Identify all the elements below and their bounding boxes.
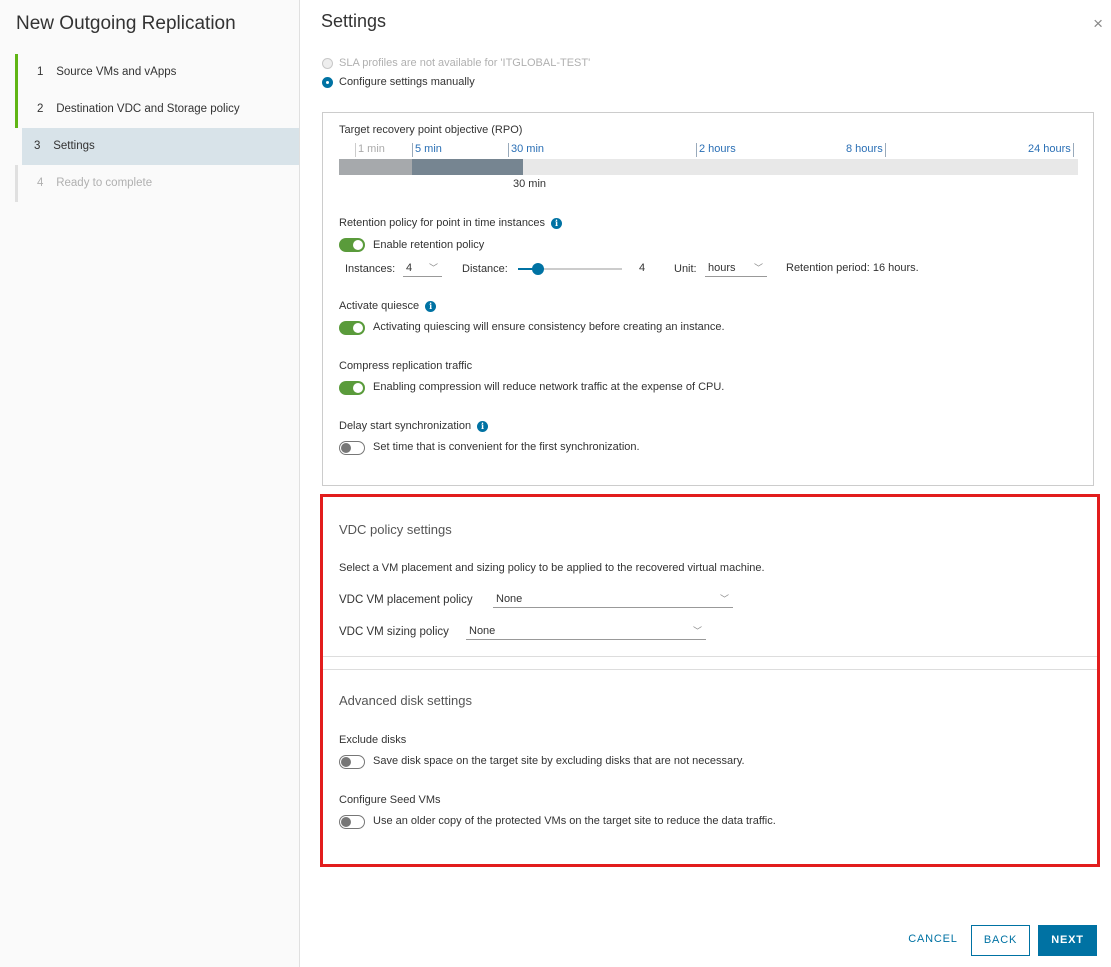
distance-value: 4: [639, 262, 646, 274]
divider: [323, 669, 1097, 670]
step-source-vms[interactable]: 1 Source VMs and vApps: [15, 54, 299, 91]
instances-value: 4: [406, 262, 413, 274]
highlighted-section: VDC policy settings Select a VM placemen…: [320, 494, 1100, 867]
step-number: 2: [37, 103, 44, 115]
wizard-title: New Outgoing Replication: [16, 13, 236, 34]
exclude-disks-toggle-label: Save disk space on the target site by ex…: [373, 755, 745, 767]
rpo-tick[interactable]: 5 min: [412, 143, 442, 157]
rpo-tick[interactable]: 8 hours: [844, 143, 886, 157]
step-label: Source VMs and vApps: [56, 66, 177, 78]
unit-select[interactable]: hours ﹀: [705, 261, 767, 277]
sizing-policy-value: None: [469, 625, 496, 637]
chevron-down-icon: ﹀: [428, 263, 438, 273]
retention-controls: Instances: 4 ﹀ Distance: 4 Unit: hours ﹀…: [345, 261, 1085, 277]
retention-toggle-label: Enable retention policy: [373, 239, 485, 251]
page-title: Settings: [321, 11, 387, 31]
step-label: Settings: [53, 140, 95, 152]
cancel-button[interactable]: CANCEL: [903, 925, 963, 956]
sla-profile-option: SLA profiles are not available for 'ITGL…: [322, 57, 590, 69]
wizard-sidebar: New Outgoing Replication 1 Source VMs an…: [0, 0, 300, 967]
quiesce-toggle-label: Activating quiescing will ensure consist…: [373, 321, 725, 333]
sla-radio: [322, 57, 333, 69]
distance-slider[interactable]: [518, 263, 622, 275]
exclude-disks-toggle[interactable]: [339, 755, 365, 769]
retention-title-text: Retention policy for point in time insta…: [339, 217, 546, 229]
step-settings[interactable]: 3 Settings: [22, 128, 299, 165]
sizing-policy-label: VDC VM sizing policy: [339, 626, 449, 638]
retention-toggle[interactable]: [339, 238, 365, 252]
step-label: Ready to complete: [56, 177, 153, 189]
delay-title-text: Delay start synchronization: [339, 420, 472, 432]
seed-vms-toggle-label: Use an older copy of the protected VMs o…: [373, 815, 776, 827]
instances-label: Instances:: [345, 263, 396, 275]
seed-vms-title: Configure Seed VMs: [339, 794, 441, 806]
compress-title: Compress replication traffic: [339, 360, 473, 372]
next-button[interactable]: NEXT: [1038, 925, 1097, 956]
step-number: 3: [34, 140, 41, 152]
manual-settings-label: Configure settings manually: [339, 76, 475, 88]
info-icon[interactable]: i: [425, 300, 437, 312]
divider: [323, 656, 1097, 657]
sizing-policy-select[interactable]: None ﹀: [466, 624, 706, 640]
retention-period-text: Retention period: 16 hours.: [786, 262, 919, 274]
rpo-disabled-range: [339, 159, 412, 175]
placement-policy-select[interactable]: None ﹀: [493, 592, 733, 608]
rpo-scale: 1 min 5 min 30 min 2 hours 8 hours 24 ho…: [339, 143, 1078, 157]
info-icon[interactable]: i: [551, 217, 563, 229]
rpo-selected-range: [412, 159, 523, 175]
exclude-disks-title: Exclude disks: [339, 734, 407, 746]
rpo-tick[interactable]: 30 min: [508, 143, 544, 157]
chevron-down-icon: ﹀: [719, 594, 729, 604]
placement-policy-label: VDC VM placement policy: [339, 594, 473, 606]
instances-select[interactable]: 4 ﹀: [403, 261, 442, 277]
retention-title: Retention policy for point in time insta…: [339, 217, 563, 229]
back-button[interactable]: BACK: [971, 925, 1030, 956]
delay-sync-toggle[interactable]: [339, 441, 365, 455]
chevron-down-icon: ﹀: [692, 626, 702, 636]
wizard-steps: 1 Source VMs and vApps 2 Destination VDC…: [15, 54, 299, 202]
manual-radio[interactable]: [322, 76, 333, 88]
rpo-value: 30 min: [513, 178, 547, 190]
delay-sync-toggle-label: Set time that is convenient for the firs…: [373, 441, 640, 453]
rpo-title: Target recovery point objective (RPO): [339, 124, 523, 136]
distance-label: Distance:: [462, 263, 508, 275]
replication-settings-box: Target recovery point objective (RPO) 1 …: [322, 112, 1094, 486]
manual-settings-option[interactable]: Configure settings manually: [322, 76, 475, 88]
info-icon[interactable]: i: [477, 420, 489, 432]
step-label: Destination VDC and Storage policy: [56, 103, 240, 115]
unit-value: hours: [708, 262, 736, 274]
settings-panel: Settings × SLA profiles are not availabl…: [300, 0, 1111, 967]
quiesce-title: Activate quiesce i: [339, 300, 437, 312]
distance-slider-thumb[interactable]: [532, 263, 544, 275]
rpo-tick[interactable]: 2 hours: [696, 143, 736, 157]
unit-label: Unit:: [674, 263, 697, 275]
step-destination-vdc[interactable]: 2 Destination VDC and Storage policy: [15, 91, 299, 128]
rpo-slider[interactable]: [339, 159, 1078, 175]
chevron-down-icon: ﹀: [753, 263, 763, 273]
quiesce-toggle[interactable]: [339, 321, 365, 335]
seed-vms-toggle[interactable]: [339, 815, 365, 829]
step-ready-to-complete: 4 Ready to complete: [15, 165, 299, 202]
advanced-disk-title: Advanced disk settings: [339, 693, 472, 708]
rpo-tick[interactable]: 24 hours: [1026, 143, 1074, 157]
placement-policy-value: None: [496, 593, 523, 605]
sla-unavailable-text: SLA profiles are not available for 'ITGL…: [339, 57, 591, 69]
rpo-tick: 1 min: [355, 143, 385, 157]
compress-toggle-label: Enabling compression will reduce network…: [373, 381, 725, 393]
step-number: 1: [37, 66, 44, 78]
delay-sync-title: Delay start synchronization i: [339, 420, 489, 432]
quiesce-title-text: Activate quiesce: [339, 300, 420, 312]
vdc-policy-title: VDC policy settings: [339, 522, 452, 537]
step-number: 4: [37, 177, 44, 189]
compress-toggle[interactable]: [339, 381, 365, 395]
close-icon[interactable]: ×: [1093, 14, 1103, 34]
vdc-policy-description: Select a VM placement and sizing policy …: [339, 562, 765, 574]
